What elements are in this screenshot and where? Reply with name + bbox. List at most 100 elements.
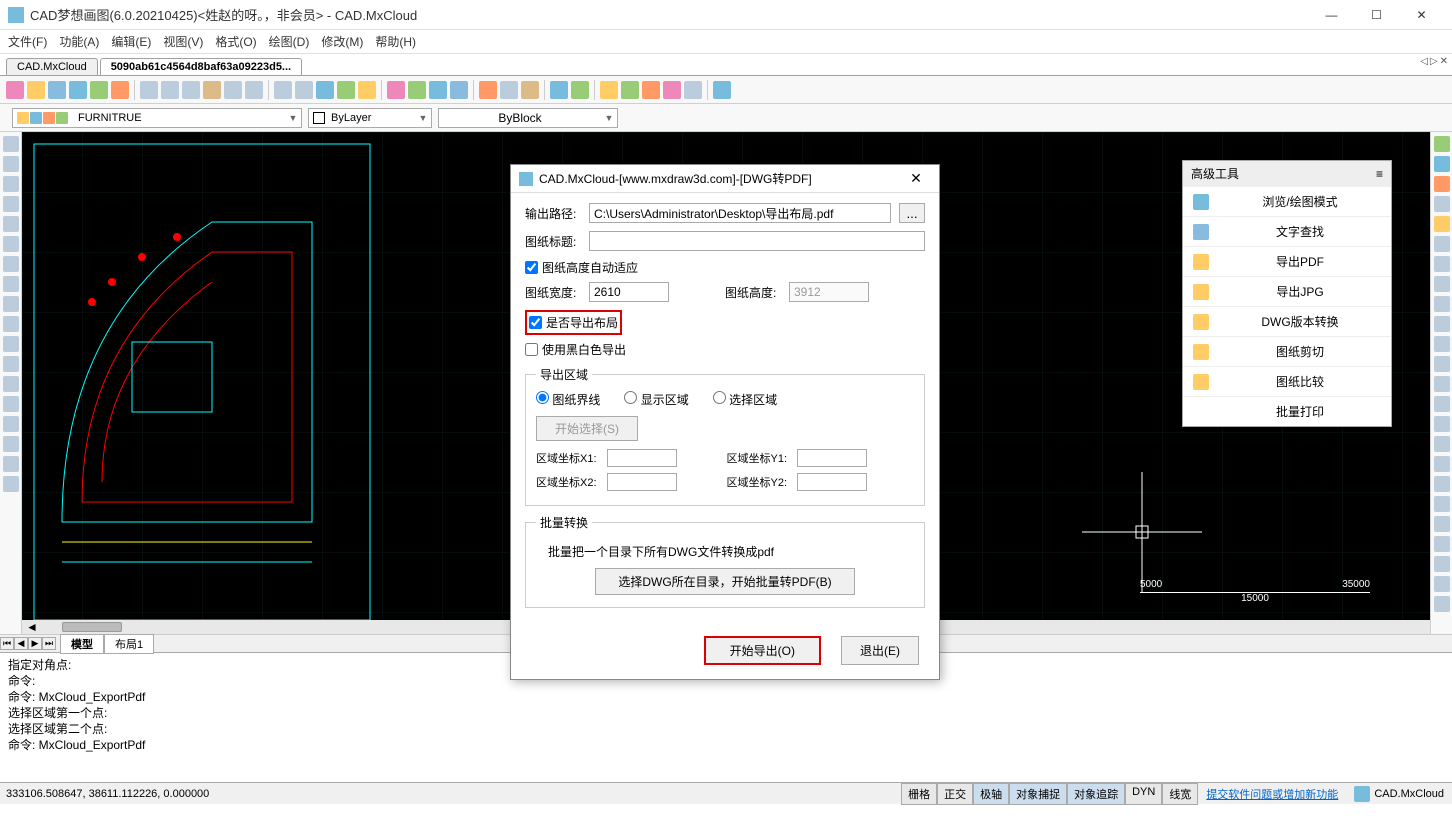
title-input[interactable]: [589, 231, 925, 251]
panel-item-pdf[interactable]: 导出PDF: [1183, 246, 1391, 276]
box-icon[interactable]: [3, 216, 19, 232]
block-ins-icon[interactable]: [3, 376, 19, 392]
arc-tool-icon[interactable]: [550, 81, 568, 99]
web-icon[interactable]: [600, 81, 618, 99]
tab-close-icon[interactable]: ✕: [1440, 56, 1448, 67]
exit-button[interactable]: 退出(E): [841, 636, 919, 665]
sheet-first-icon[interactable]: ⏮: [0, 637, 14, 650]
settings-icon[interactable]: [642, 81, 660, 99]
zoom-in-icon[interactable]: [161, 81, 179, 99]
maximize-button[interactable]: ☐: [1354, 0, 1399, 30]
dim-angular-icon[interactable]: [1434, 496, 1450, 512]
y1-input[interactable]: [797, 449, 867, 467]
browse-button[interactable]: ...: [899, 203, 925, 223]
stretch-icon[interactable]: [1434, 296, 1450, 312]
zoom-extents-icon[interactable]: [224, 81, 242, 99]
width-input[interactable]: [589, 282, 669, 302]
sheet-next-icon[interactable]: ▶: [28, 637, 42, 650]
print-icon[interactable]: [90, 81, 108, 99]
rectangle-icon[interactable]: [3, 196, 19, 212]
pan-icon[interactable]: [203, 81, 221, 99]
zoom-prev-icon[interactable]: [245, 81, 263, 99]
cloud-icon[interactable]: [684, 81, 702, 99]
chamfer-icon[interactable]: [1434, 396, 1450, 412]
dim-linear-icon[interactable]: [1434, 456, 1450, 472]
offset-icon[interactable]: [1434, 196, 1450, 212]
spline-icon[interactable]: [3, 276, 19, 292]
mirror-icon[interactable]: [1434, 176, 1450, 192]
color-icon[interactable]: [337, 81, 355, 99]
insert-icon[interactable]: [500, 81, 518, 99]
crosshair-icon[interactable]: [316, 81, 334, 99]
dim-radius-icon[interactable]: [1434, 516, 1450, 532]
doc-tab-1[interactable]: 5090ab61c4564d8baf63a09223d5...: [100, 58, 302, 75]
line-icon[interactable]: [3, 136, 19, 152]
vtext-icon[interactable]: [3, 456, 19, 472]
doc-tab-0[interactable]: CAD.MxCloud: [6, 58, 98, 75]
panel-item-compare[interactable]: 图纸比较: [1183, 366, 1391, 396]
hatch2-icon[interactable]: [3, 396, 19, 412]
menu-modify[interactable]: 修改(M): [321, 33, 363, 50]
explode-icon[interactable]: [1434, 436, 1450, 452]
text-a-icon[interactable]: [3, 416, 19, 432]
dim-diameter-icon[interactable]: [1434, 536, 1450, 552]
arc-icon[interactable]: [3, 236, 19, 252]
toggle-otrack[interactable]: 对象追踪: [1067, 783, 1125, 805]
erase-icon[interactable]: [1434, 136, 1450, 152]
ellipse-icon[interactable]: [3, 296, 19, 312]
toggle-osnap[interactable]: 对象捕捉: [1009, 783, 1067, 805]
reload-icon[interactable]: [621, 81, 639, 99]
panel-item-batchprint[interactable]: 批量打印: [1183, 396, 1391, 426]
toggle-grid[interactable]: 栅格: [901, 783, 937, 805]
break-icon[interactable]: [1434, 356, 1450, 372]
dim-base-icon[interactable]: [1434, 576, 1450, 592]
dim-icon[interactable]: [450, 81, 468, 99]
start-export-button[interactable]: 开始导出(O): [704, 636, 821, 665]
close-button[interactable]: ✕: [1399, 0, 1444, 30]
fillet-icon[interactable]: [1434, 416, 1450, 432]
menu-help[interactable]: 帮助(H): [375, 33, 416, 50]
panel-item-jpg[interactable]: 导出JPG: [1183, 276, 1391, 306]
panel-item-browse[interactable]: 浏览/绘图模式: [1183, 186, 1391, 216]
dim-ord-icon[interactable]: [1434, 596, 1450, 612]
layers-icon[interactable]: [387, 81, 405, 99]
color-dropdown[interactable]: ByLayer ▼: [308, 108, 432, 128]
hatch-icon[interactable]: [408, 81, 426, 99]
rotate-icon[interactable]: [1434, 256, 1450, 272]
zoom-window-icon[interactable]: [140, 81, 158, 99]
autoheight-checkbox[interactable]: [525, 261, 538, 274]
trim-icon[interactable]: [1434, 316, 1450, 332]
save-icon[interactable]: [48, 81, 66, 99]
sheet-last-icon[interactable]: ⏭: [42, 637, 56, 650]
circle-icon[interactable]: [3, 256, 19, 272]
join-icon[interactable]: [1434, 376, 1450, 392]
dim-cont-icon[interactable]: [1434, 556, 1450, 572]
pdf-icon[interactable]: [663, 81, 681, 99]
polygon-icon[interactable]: [3, 176, 19, 192]
layer-dropdown[interactable]: FURNITRUE ▼: [12, 108, 302, 128]
x1-input[interactable]: [607, 449, 677, 467]
radio-select[interactable]: 选择区域: [713, 391, 777, 408]
menu-draw[interactable]: 绘图(D): [269, 33, 310, 50]
menu-format[interactable]: 格式(O): [215, 33, 256, 50]
sheet-prev-icon[interactable]: ◀: [14, 637, 28, 650]
panel-item-clip[interactable]: 图纸剪切: [1183, 336, 1391, 366]
tab-prev-icon[interactable]: ◁: [1420, 56, 1428, 67]
minimize-button[interactable]: —: [1309, 0, 1354, 30]
batch-select-button[interactable]: 选择DWG所在目录，开始批量转PDF(B): [595, 568, 855, 595]
feedback-link[interactable]: 提交软件问题或增加新功能: [1198, 786, 1346, 802]
menu-file[interactable]: 文件(F): [8, 33, 47, 50]
toggle-dyn[interactable]: DYN: [1125, 783, 1162, 805]
zoom-realtime-icon[interactable]: [295, 81, 313, 99]
mtext-icon[interactable]: [3, 436, 19, 452]
radio-display[interactable]: 显示区域: [624, 391, 688, 408]
dim-aligned-icon[interactable]: [1434, 476, 1450, 492]
block-icon[interactable]: [479, 81, 497, 99]
redo-icon[interactable]: [571, 81, 589, 99]
move-icon[interactable]: [1434, 236, 1450, 252]
help-icon[interactable]: [713, 81, 731, 99]
panel-item-textfind[interactable]: 文字查找: [1183, 216, 1391, 246]
new-icon[interactable]: [6, 81, 24, 99]
panel-item-dwgver[interactable]: DWG版本转换: [1183, 306, 1391, 336]
open-icon[interactable]: [27, 81, 45, 99]
